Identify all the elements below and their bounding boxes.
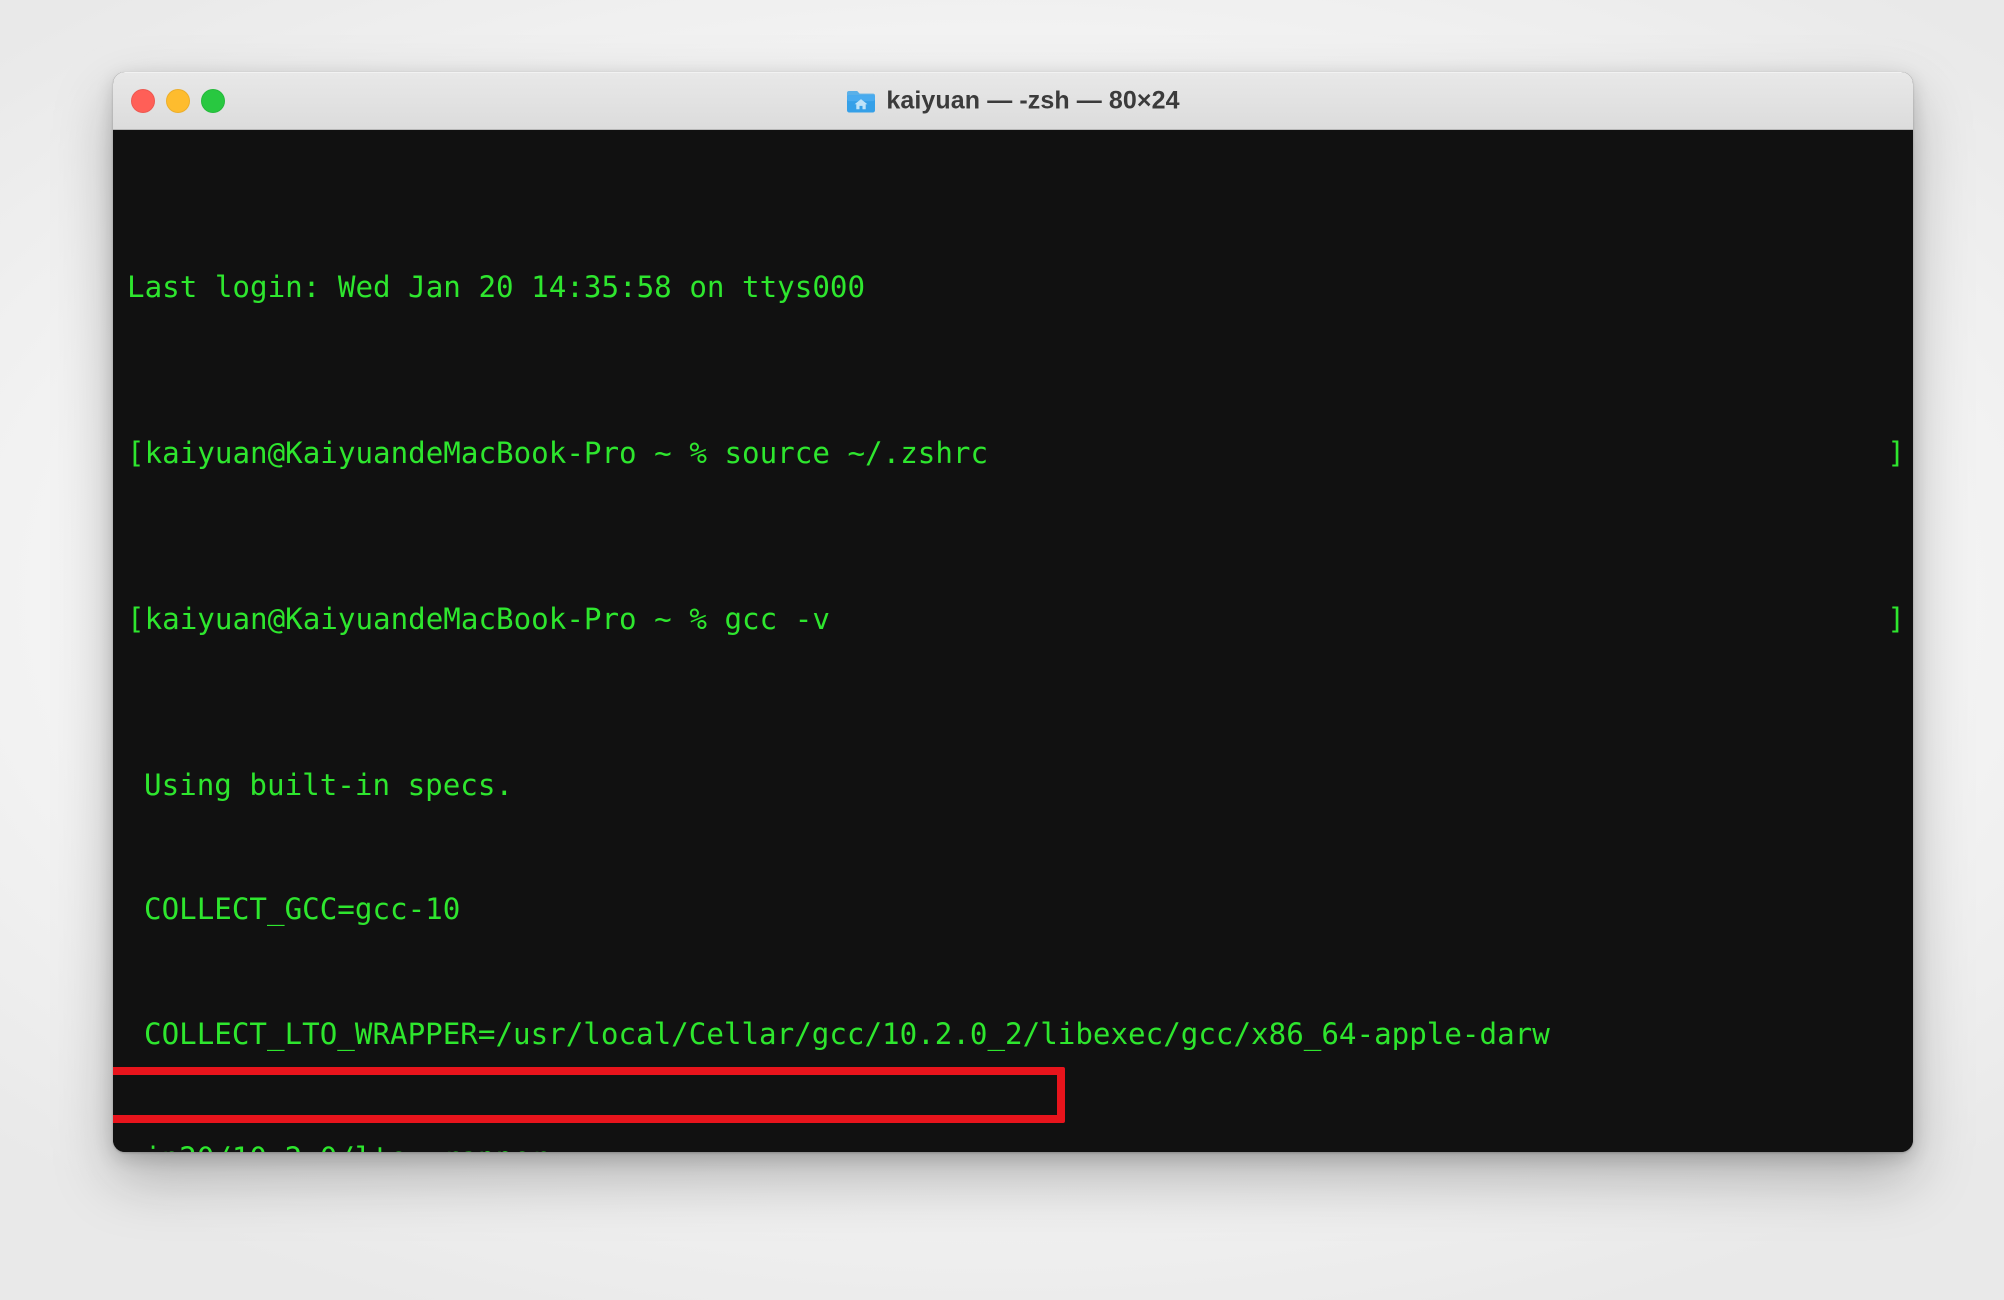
prompt-bracket-right: ] <box>1887 435 1905 470</box>
prompt-bracket-left: [ <box>127 435 145 470</box>
desktop-background: kaiyuan — -zsh — 80×24 Last login: Wed J… <box>0 0 2004 1300</box>
terminal-line-text: COLLECT_GCC=gcc-10 <box>144 892 461 926</box>
window-title-group: kaiyuan — -zsh — 80×24 <box>113 87 1913 116</box>
terminal-window[interactable]: kaiyuan — -zsh — 80×24 Last login: Wed J… <box>113 72 1913 1152</box>
terminal-line-text: Last login: Wed Jan 20 14:35:58 on ttys0… <box>127 269 866 304</box>
terminal-line-text: kaiyuan@KaiyuandeMacBook-Pro ~ % source … <box>144 435 989 470</box>
home-folder-icon <box>846 88 876 114</box>
window-title-bar[interactable]: kaiyuan — -zsh — 80×24 <box>113 72 1913 130</box>
terminal-line-text: kaiyuan@KaiyuandeMacBook-Pro ~ % gcc -v <box>144 601 830 636</box>
terminal-line: in20/10.2.0/lto-wrapper <box>127 1138 1913 1152</box>
traffic-light-buttons <box>131 89 225 113</box>
prompt-bracket-left: [ <box>127 601 145 636</box>
terminal-line: COLLECT_LTO_WRAPPER=/usr/local/Cellar/gc… <box>127 1014 1913 1056</box>
terminal-body[interactable]: Last login: Wed Jan 20 14:35:58 on ttys0… <box>113 130 1913 1152</box>
terminal-line: [kaiyuan@KaiyuandeMacBook-Pro ~ % source… <box>127 433 1913 475</box>
terminal-line-text: Using built-in specs. <box>144 767 514 802</box>
window-title-text: kaiyuan — -zsh — 80×24 <box>886 86 1180 115</box>
terminal-line: Last login: Wed Jan 20 14:35:58 on ttys0… <box>127 267 1913 309</box>
terminal-line-text: in20/10.2.0/lto-wrapper <box>144 1141 548 1152</box>
annotation-highlight-box <box>113 1067 1065 1123</box>
terminal-line: Using built-in specs. <box>127 765 1913 807</box>
zoom-window-button[interactable] <box>201 89 225 113</box>
prompt-bracket-right: ] <box>1887 601 1905 636</box>
close-window-button[interactable] <box>131 89 155 113</box>
minimize-window-button[interactable] <box>166 89 190 113</box>
terminal-output: Last login: Wed Jan 20 14:35:58 on ttys0… <box>113 142 1913 1152</box>
terminal-line-text: COLLECT_LTO_WRAPPER=/usr/local/Cellar/gc… <box>144 1016 1550 1051</box>
terminal-line: [kaiyuan@KaiyuandeMacBook-Pro ~ % gcc -v… <box>127 599 1913 641</box>
terminal-line: COLLECT_GCC=gcc-10 <box>127 889 1913 931</box>
